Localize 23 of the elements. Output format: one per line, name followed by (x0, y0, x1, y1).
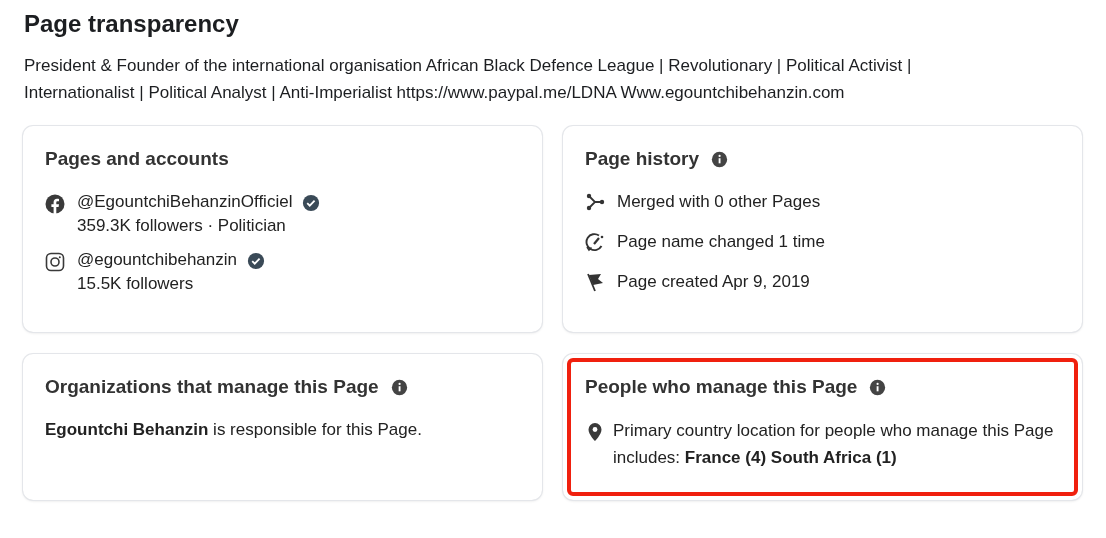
card-text: Egountchi Behanzin is responsible for this Page. (45, 420, 423, 440)
history-item: Page name changed 1 time (617, 232, 825, 252)
card-title: Pages and accounts (45, 148, 229, 170)
location-text: Primary country location for people who manage this Page includes: France (4) South Africa (1) (613, 420, 1055, 469)
info-icon[interactable] (869, 378, 887, 396)
card-title: People who manage this Page (585, 376, 858, 398)
instagram-icon (45, 252, 65, 272)
history-item: Page created Apr 9, 2019 (617, 272, 810, 292)
account-details: 359.3K followers · Politician (77, 216, 287, 236)
card-title: Page history (585, 148, 700, 170)
account-handle[interactable]: @EgountchiBehanzinOfficiel (77, 192, 293, 212)
merge-icon (585, 192, 605, 212)
page-title: Page transparency (24, 10, 240, 38)
info-icon[interactable] (711, 150, 729, 168)
account-details: 15.5K followers (77, 274, 195, 294)
page-description: President & Founder of the international organisation African Black Defence League | Revolutionary | Political Activist | Internationalist | Political Analyst | Anti-Imperialist https://www.paypal.me/LDNA Www.egountchibehanzin.com (24, 55, 913, 104)
facebook-icon (45, 194, 65, 214)
account-handle[interactable]: @egountchibehanzin (77, 250, 237, 270)
card-title: Organizations that manage this Page (45, 376, 379, 398)
info-icon[interactable] (390, 378, 408, 396)
history-item: Merged with 0 other Pages (617, 192, 821, 212)
rename-icon (585, 232, 605, 252)
flag-icon (585, 272, 605, 292)
